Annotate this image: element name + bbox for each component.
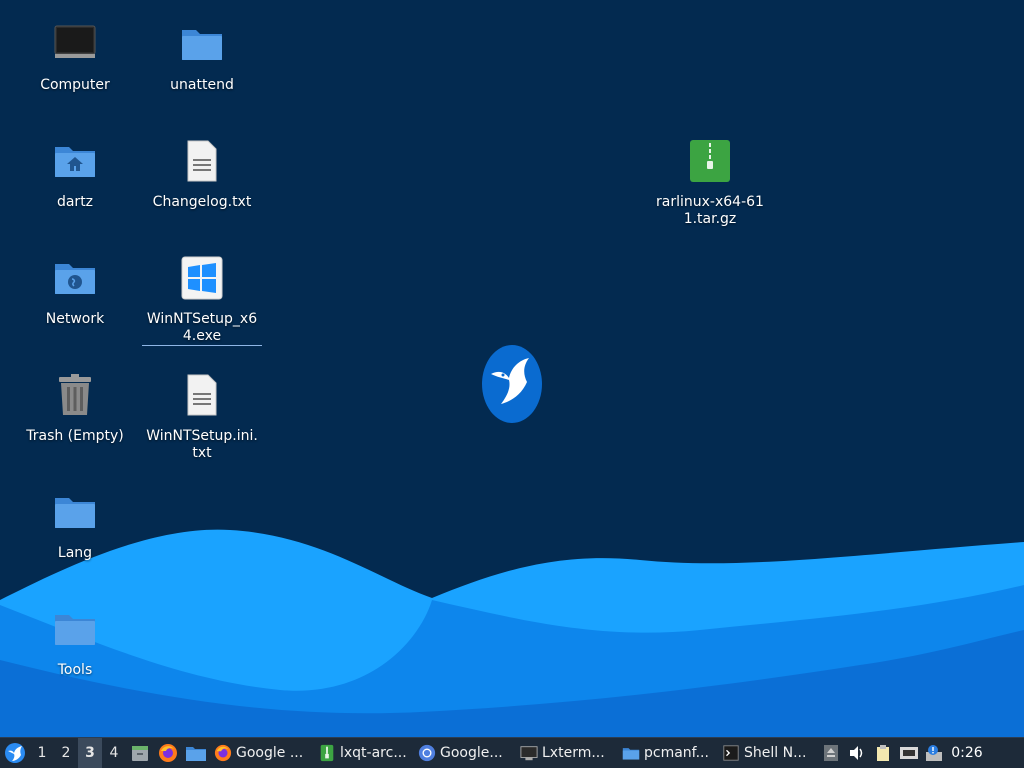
- quicklaunch-folder[interactable]: [182, 738, 210, 768]
- shell-icon: [723, 745, 739, 761]
- task-label: Google ...: [236, 745, 304, 761]
- icon-label: Tools: [57, 662, 93, 678]
- network-folder-icon[interactable]: Network: [15, 254, 135, 328]
- task-chromium-google[interactable]: Google...: [414, 738, 516, 768]
- tray-network[interactable]: [896, 738, 922, 768]
- volume-icon: [850, 746, 863, 760]
- icon-label: rarlinux-x64-611.tar.gz: [656, 194, 764, 227]
- task-lxterminal[interactable]: Lxterm...: [516, 738, 618, 768]
- computer-icon: [54, 25, 96, 58]
- computer-desktop-icon[interactable]: Computer: [15, 20, 135, 94]
- task-label: Google...: [440, 745, 503, 761]
- clock[interactable]: 0:26: [948, 745, 986, 761]
- tray-volume[interactable]: [844, 738, 870, 768]
- rarlinux-archive-icon[interactable]: rarlinux-x64-611.tar.gz: [650, 137, 770, 228]
- archive-icon: [690, 140, 730, 182]
- firefox-icon: [214, 744, 232, 762]
- tray-updates[interactable]: [922, 738, 948, 768]
- tray-eject[interactable]: [818, 738, 844, 768]
- trash-icon-item[interactable]: Trash (Empty): [15, 371, 135, 445]
- workspace-4[interactable]: 4: [102, 738, 126, 768]
- task-label: Shell N...: [744, 745, 807, 761]
- update-notifier-icon: [926, 745, 942, 761]
- chromium-icon: [418, 744, 436, 762]
- workspace-1[interactable]: 1: [30, 738, 54, 768]
- network-icon: [55, 264, 95, 294]
- desktop[interactable]: Computer unattend dartz Changelog.txt ra…: [0, 0, 1024, 737]
- winntsetup-exe-icon[interactable]: WinNTSetup_x64.exe: [142, 254, 262, 346]
- clipboard-icon: [877, 745, 889, 761]
- icon-label: Trash (Empty): [26, 428, 124, 444]
- quicklaunch-firefox[interactable]: [154, 738, 182, 768]
- task-pcmanfm[interactable]: pcmanf...: [618, 738, 718, 768]
- workspace-3[interactable]: 3: [78, 738, 102, 768]
- terminal-icon: [520, 746, 538, 761]
- icon-label: dartz: [56, 194, 94, 210]
- quicklaunch-file-manager[interactable]: [126, 738, 154, 768]
- firefox-icon: [159, 744, 177, 762]
- icon-label: WinNTSetup.ini.txt: [146, 428, 258, 461]
- file-cabinet-icon: [132, 746, 148, 761]
- lubuntu-logo: [482, 345, 542, 423]
- home-folder-icon: [55, 147, 95, 177]
- folder-icon: [55, 498, 95, 528]
- main-menu-button[interactable]: [0, 738, 30, 768]
- task-firefox-google[interactable]: Google ...: [210, 738, 314, 768]
- icon-label: Computer: [40, 77, 110, 93]
- tools-folder-icon[interactable]: Tools: [15, 605, 135, 679]
- folder-icon: [186, 747, 206, 761]
- icon-label: unattend: [170, 77, 234, 93]
- task-label: Lxterm...: [542, 745, 605, 761]
- network-icon: [900, 747, 918, 759]
- winntsetup-ini-file-icon[interactable]: WinNTSetup.ini.txt: [142, 371, 262, 462]
- text-file-icon: [187, 374, 217, 416]
- tray-clipboard[interactable]: [870, 738, 896, 768]
- workspace-2[interactable]: 2: [54, 738, 78, 768]
- changelog-file-icon[interactable]: Changelog.txt: [142, 137, 262, 211]
- eject-icon: [824, 745, 838, 761]
- folder-icon: [55, 615, 95, 645]
- task-label: lxqt-arc...: [340, 745, 407, 761]
- folder-icon: [182, 30, 222, 60]
- lang-folder-icon[interactable]: Lang: [15, 488, 135, 562]
- windows-icon: [181, 256, 223, 300]
- task-label: pcmanf...: [644, 745, 709, 761]
- archive-icon: [320, 744, 334, 762]
- lubuntu-menu-icon: [5, 743, 25, 763]
- unattend-folder-icon[interactable]: unattend: [142, 20, 262, 94]
- folder-icon: [622, 748, 640, 760]
- icon-label: Lang: [57, 545, 93, 561]
- icon-label: Network: [45, 311, 105, 327]
- task-lxqt-archiver[interactable]: lxqt-arc...: [314, 738, 414, 768]
- trash-icon: [59, 374, 91, 415]
- task-shell[interactable]: Shell N...: [718, 738, 818, 768]
- icon-label: WinNTSetup_x64.exe: [142, 311, 262, 346]
- icon-label: Changelog.txt: [152, 194, 252, 210]
- taskbar: 1 2 3 4 Google ... lxqt-arc... Google...…: [0, 737, 1024, 768]
- dartz-home-folder-icon[interactable]: dartz: [15, 137, 135, 211]
- text-file-icon: [187, 140, 217, 182]
